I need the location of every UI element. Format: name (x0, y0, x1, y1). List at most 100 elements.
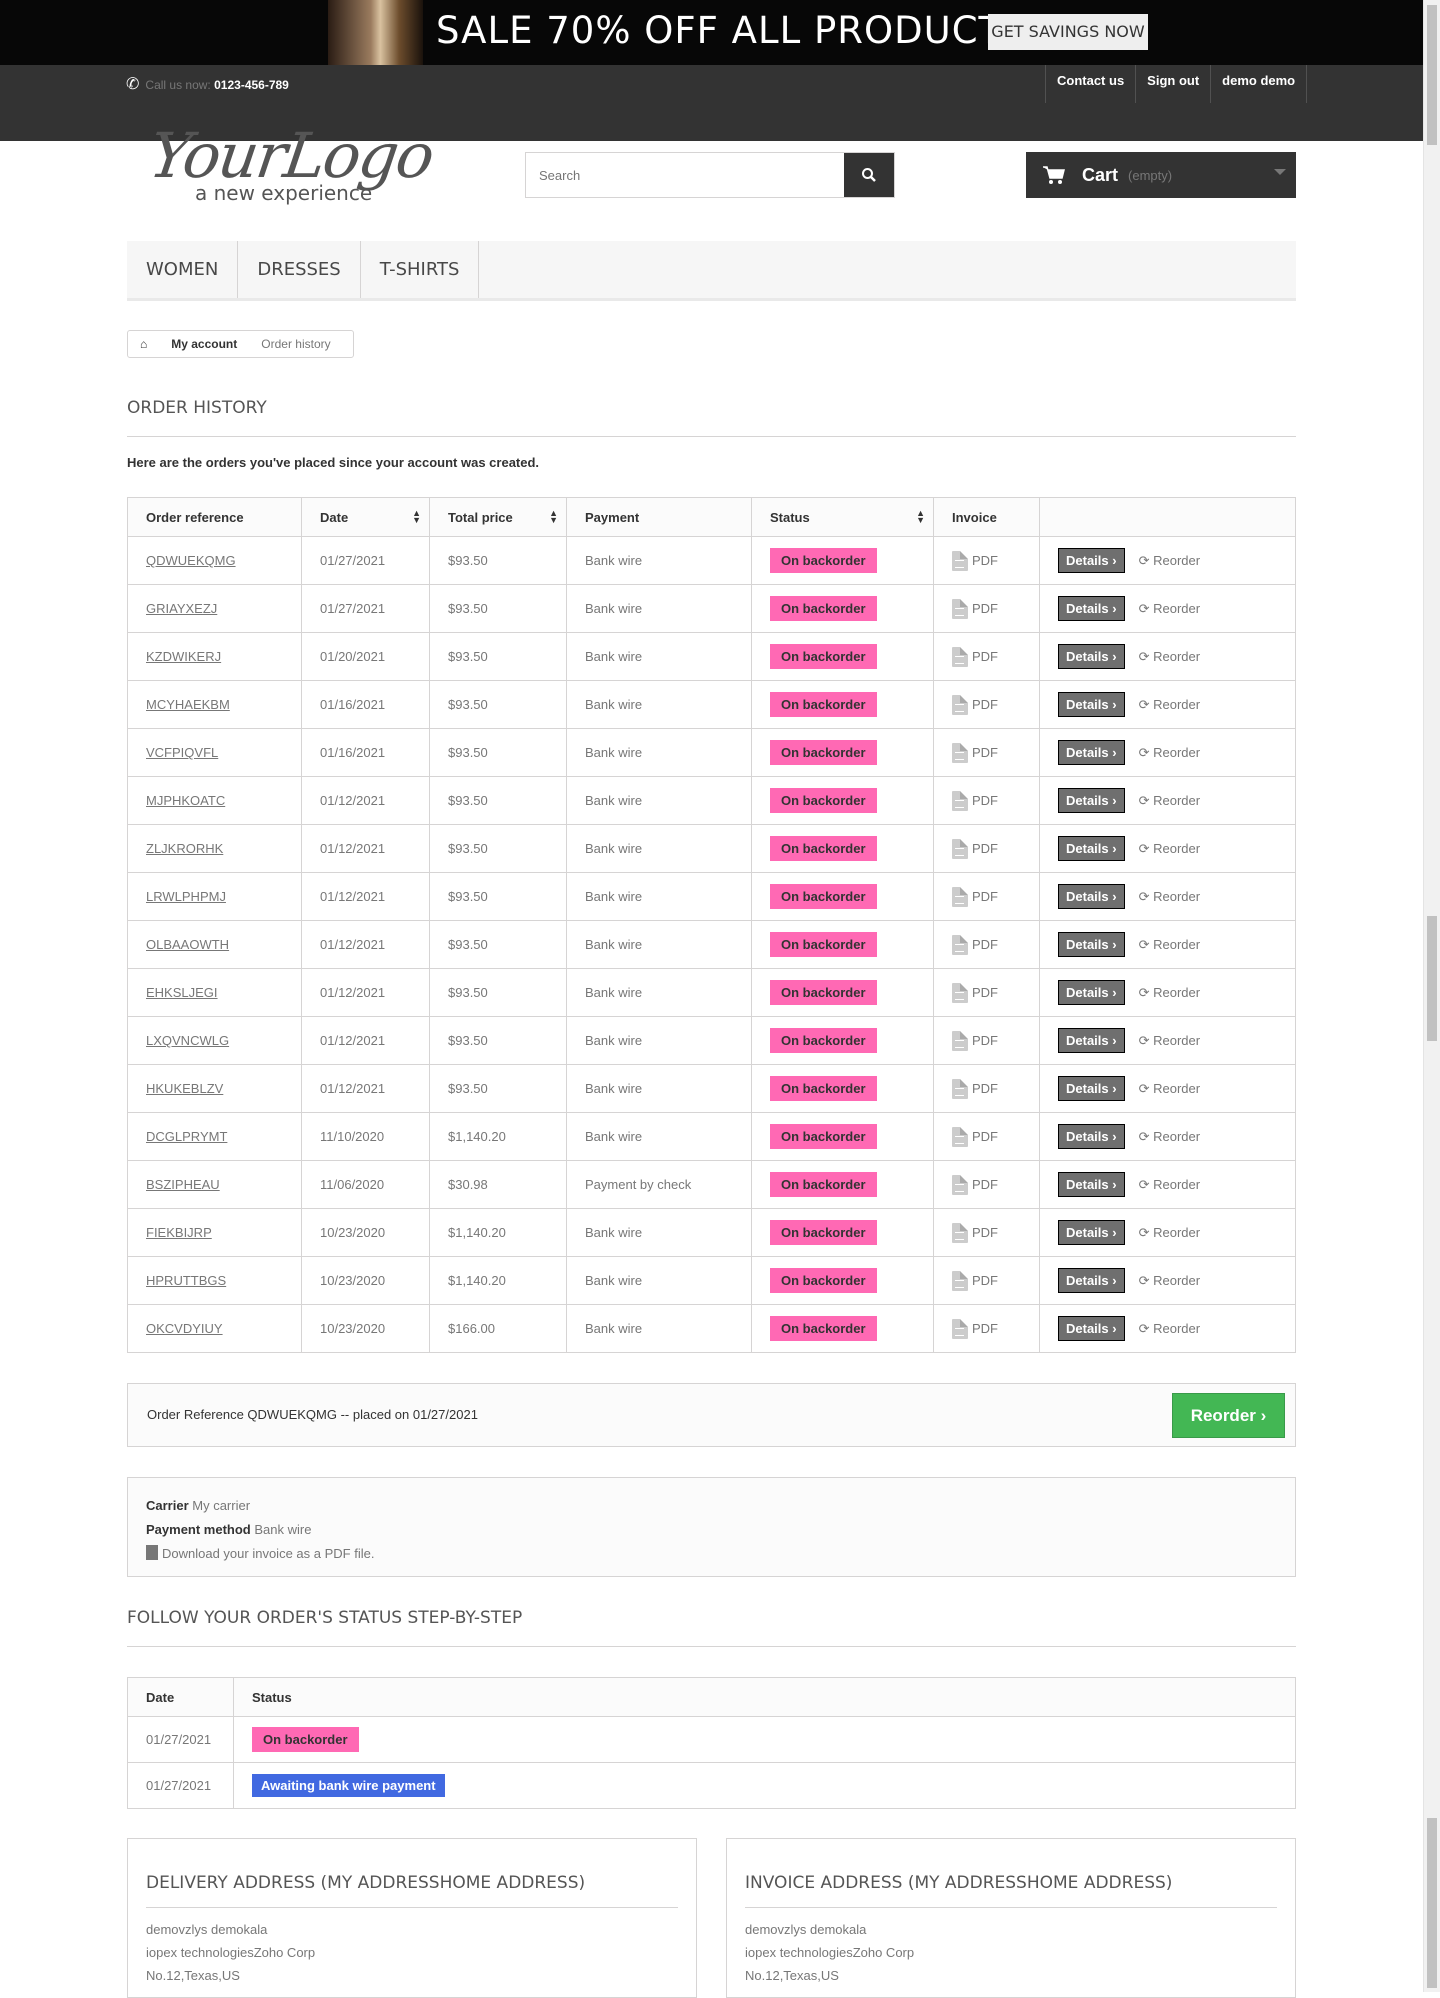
order-reference-link[interactable]: GRIAYXEZJ (146, 601, 217, 616)
invoice-pdf-link[interactable]: PDF (952, 1270, 1021, 1291)
order-date: 01/12/2021 (301, 776, 430, 825)
menu-item-dresses[interactable]: Dresses (238, 241, 361, 298)
order-reference-link[interactable]: LRWLPHPMJ (146, 889, 226, 904)
invoice-pdf-link[interactable]: PDF (952, 790, 1021, 811)
order-reference-link[interactable]: MCYHAEKBM (146, 697, 230, 712)
menu-item-women[interactable]: Women (127, 241, 239, 298)
reorder-link[interactable]: ⟳ Reorder (1139, 601, 1201, 616)
reorder-link[interactable]: ⟳ Reorder (1139, 1033, 1201, 1048)
invoice-pdf-link[interactable]: PDF (952, 1318, 1021, 1339)
order-reference-link[interactable]: VCFPIQVFL (146, 745, 218, 760)
details-button[interactable]: Details › (1058, 1268, 1125, 1293)
reorder-link[interactable]: ⟳ Reorder (1139, 745, 1201, 760)
reorder-link[interactable]: ⟳ Reorder (1139, 985, 1201, 1000)
details-button[interactable]: Details › (1058, 1028, 1125, 1053)
status-badge: On backorder (770, 1268, 877, 1293)
reorder-link[interactable]: ⟳ Reorder (1139, 1081, 1201, 1096)
invoice-pdf-link[interactable]: PDF (952, 1030, 1021, 1051)
breadcrumb-my-account[interactable]: My account (159, 337, 249, 351)
reorder-link[interactable]: ⟳ Reorder (1139, 1177, 1201, 1192)
invoice-pdf-link[interactable]: PDF (952, 646, 1021, 667)
order-reference-link[interactable]: BSZIPHEAU (146, 1177, 220, 1192)
reorder-link[interactable]: ⟳ Reorder (1139, 697, 1201, 712)
details-button[interactable]: Details › (1058, 1220, 1125, 1245)
order-price: $1,140.20 (429, 1112, 567, 1161)
invoice-pdf-link[interactable]: PDF (952, 742, 1021, 763)
sign-out-link[interactable]: Sign out (1135, 65, 1210, 103)
reorder-link[interactable]: ⟳ Reorder (1139, 889, 1201, 904)
invoice-pdf-link[interactable]: PDF (952, 1222, 1021, 1243)
store-logo[interactable]: YourLogo a new experience (145, 119, 440, 205)
details-button[interactable]: Details › (1058, 740, 1125, 765)
search-button[interactable] (844, 153, 894, 197)
invoice-pdf-link[interactable]: PDF (952, 982, 1021, 1003)
details-button[interactable]: Details › (1058, 980, 1125, 1005)
details-button[interactable]: Details › (1058, 836, 1125, 861)
reorder-link[interactable]: ⟳ Reorder (1139, 1321, 1201, 1336)
order-reference-link[interactable]: EHKSLJEGI (146, 985, 218, 1000)
col-total-price[interactable]: Total price ▲ ▼ (429, 497, 567, 537)
details-button[interactable]: Details › (1058, 1316, 1125, 1341)
invoice-pdf-link[interactable]: PDF (952, 886, 1021, 907)
refresh-icon: ⟳ (1138, 697, 1150, 712)
search-input[interactable] (526, 153, 844, 197)
home-icon[interactable]: ⌂ (128, 337, 159, 351)
cart-button[interactable]: Cart (empty) (1026, 152, 1296, 198)
col-status[interactable]: Status ▲ ▼ (751, 497, 934, 537)
details-button[interactable]: Details › (1058, 548, 1125, 573)
details-button[interactable]: Details › (1058, 788, 1125, 813)
invoice-pdf-link[interactable]: PDF (952, 1126, 1021, 1147)
reorder-link[interactable]: ⟳ Reorder (1139, 1225, 1201, 1240)
order-reference-link[interactable]: HPRUTTBGS (146, 1273, 226, 1288)
table-row: HKUKEBLZV 01/12/2021 $93.50 Bank wire On bac… (127, 1064, 1296, 1113)
invoice-pdf-link[interactable]: PDF (952, 694, 1021, 715)
order-reference-link[interactable]: KZDWIKERJ (146, 649, 221, 664)
order-price: $93.50 (429, 536, 567, 585)
order-reference-link[interactable]: OLBAAOWTH (146, 937, 229, 952)
get-savings-button[interactable]: GET SAVINGS NOW (988, 14, 1148, 50)
invoice-download-link[interactable]: Download your invoice as a PDF file. (146, 1542, 1277, 1566)
order-reference-link[interactable]: HKUKEBLZV (146, 1081, 223, 1096)
details-button[interactable]: Details › (1058, 932, 1125, 957)
order-reference-link[interactable]: ZLJKRORHK (146, 841, 223, 856)
scrollbar[interactable] (1423, 0, 1440, 1992)
contact-us-link[interactable]: Contact us (1045, 65, 1135, 103)
account-link[interactable]: demo demo (1210, 65, 1308, 103)
invoice-pdf-link[interactable]: PDF (952, 934, 1021, 955)
order-reference-link[interactable]: QDWUEKQMG (146, 553, 236, 568)
details-button[interactable]: Details › (1058, 1076, 1125, 1101)
reorder-link[interactable]: ⟳ Reorder (1139, 553, 1201, 568)
col-invoice: Invoice (933, 497, 1040, 537)
order-reference-link[interactable]: LXQVNCWLG (146, 1033, 229, 1048)
reorder-link[interactable]: ⟳ Reorder (1139, 649, 1201, 664)
delivery-address-title: Delivery address (My addresshome address… (146, 1873, 678, 1908)
details-button[interactable]: Details › (1058, 644, 1125, 669)
col-date[interactable]: Date ▲ ▼ (301, 497, 430, 537)
order-reference-link[interactable]: FIEKBIJRP (146, 1225, 212, 1240)
menu-item-tshirts[interactable]: T-shirts (361, 241, 480, 298)
order-reference-link[interactable]: DCGLPRYMT (146, 1129, 227, 1144)
order-date: 01/27/2021 (301, 584, 430, 633)
invoice-pdf-link[interactable]: PDF (952, 598, 1021, 619)
order-reference-link[interactable]: MJPHKOATC (146, 793, 225, 808)
details-button[interactable]: Details › (1058, 1172, 1125, 1197)
order-reference-link[interactable]: OKCVDYIUY (146, 1321, 223, 1336)
invoice-pdf-link[interactable]: PDF (952, 550, 1021, 571)
details-button[interactable]: Details › (1058, 692, 1125, 717)
reorder-link[interactable]: ⟳ Reorder (1139, 1273, 1201, 1288)
reorder-link[interactable]: ⟳ Reorder (1139, 841, 1201, 856)
reorder-button[interactable]: Reorder › (1172, 1393, 1285, 1438)
reorder-link[interactable]: ⟳ Reorder (1139, 937, 1201, 952)
order-price: $93.50 (429, 632, 567, 681)
reorder-link[interactable]: ⟳ Reorder (1139, 1129, 1201, 1144)
invoice-pdf-link[interactable]: PDF (952, 1174, 1021, 1195)
details-button[interactable]: Details › (1058, 884, 1125, 909)
reorder-link[interactable]: ⟳ Reorder (1139, 793, 1201, 808)
promo-banner[interactable]: SALE 70% OFF ALL PRODUCTS GET SAVINGS NO… (0, 0, 1440, 65)
invoice-pdf-link[interactable]: PDF (952, 838, 1021, 859)
invoice-pdf-link[interactable]: PDF (952, 1078, 1021, 1099)
order-info: Carrier My carrier Payment method Bank w… (127, 1477, 1296, 1577)
table-row: LRWLPHPMJ 01/12/2021 $93.50 Bank wire On bac… (127, 872, 1296, 921)
details-button[interactable]: Details › (1058, 596, 1125, 621)
details-button[interactable]: Details › (1058, 1124, 1125, 1149)
